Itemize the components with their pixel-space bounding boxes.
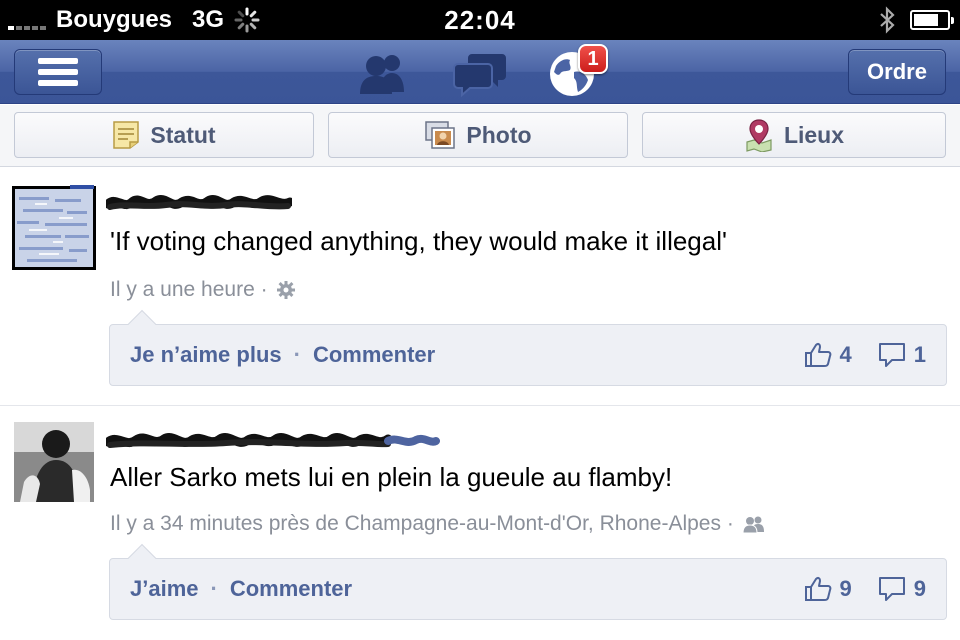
news-feed: 'If voting changed anything, they would … [0,170,960,640]
avatar[interactable] [14,422,94,502]
gear-icon [276,281,295,299]
feed-story: Aller Sarko mets lui en plein la gueule … [0,406,960,640]
avatar-accent [70,185,94,189]
photo-button[interactable]: Photo [328,112,628,158]
status-note-icon [113,121,140,149]
story-counts: 4 1 [804,325,926,385]
status-bar: Bouygues 3G 22:04 [0,0,960,40]
story-timestamp: Il y a une heure · [110,278,268,301]
story-actions: J’aime · Commenter 9 9 [109,543,947,620]
story-counts: 9 9 [804,559,926,619]
publisher-bar: Statut Photo Lieux [0,105,960,167]
comment-bubble-icon[interactable] [878,342,906,368]
avatar-image [14,422,94,502]
separator-dot: · [293,342,301,367]
story-meta: Il y a une heure · [110,278,296,302]
places-button[interactable]: Lieux [642,112,946,158]
order-button[interactable]: Ordre [848,49,946,95]
story-message: Aller Sarko mets lui en plein la gueule … [110,462,673,492]
photo-icon [425,121,456,149]
comment-count: 9 [913,576,926,601]
action-links: Je n’aime plus · Commenter [130,325,435,385]
thumbs-up-icon[interactable] [804,576,832,602]
thumbs-up-icon[interactable] [804,342,832,368]
action-links: J’aime · Commenter [130,559,352,619]
location-pin-icon [746,119,772,152]
avatar[interactable] [12,186,96,270]
bluetooth-icon [880,6,895,34]
story-timestamp-location: Il y a 34 minutes près de Champagne-au-M… [110,512,734,535]
story-meta: Il y a 34 minutes près de Champagne-au-M… [110,512,766,536]
feed-story: 'If voting changed anything, they would … [0,170,960,406]
menu-button[interactable] [14,49,102,95]
friends-icon [742,516,764,534]
friend-requests-icon[interactable] [352,46,412,100]
menu-icon [38,58,78,86]
status-right [878,5,954,35]
clock: 22:04 [444,5,516,35]
avatar-image [15,189,93,267]
story-actions: Je n’aime plus · Commenter 4 1 [109,309,947,386]
redacted-name [106,195,292,210]
status-button[interactable]: Statut [14,112,314,158]
status-button-label: Statut [150,121,216,148]
story-message: 'If voting changed anything, they would … [110,226,727,256]
comment-count: 1 [913,342,926,367]
redacted-name [106,433,440,448]
like-link[interactable]: J’aime [130,576,199,602]
nav-bar: 1 Ordre [0,40,960,104]
like-count: 9 [839,576,852,601]
like-count: 4 [839,342,852,367]
comment-link[interactable]: Commenter [230,576,352,602]
notification-badge: 1 [578,44,608,74]
nav-jewels [352,46,612,100]
photo-button-label: Photo [466,121,532,148]
separator-dot: · [210,576,218,601]
places-button-label: Lieux [783,121,845,148]
comment-bubble-icon[interactable] [878,576,906,602]
comment-link[interactable]: Commenter [313,342,435,368]
unlike-link[interactable]: Je n’aime plus [130,342,282,368]
messages-icon[interactable] [450,46,510,100]
battery-icon [910,10,954,30]
